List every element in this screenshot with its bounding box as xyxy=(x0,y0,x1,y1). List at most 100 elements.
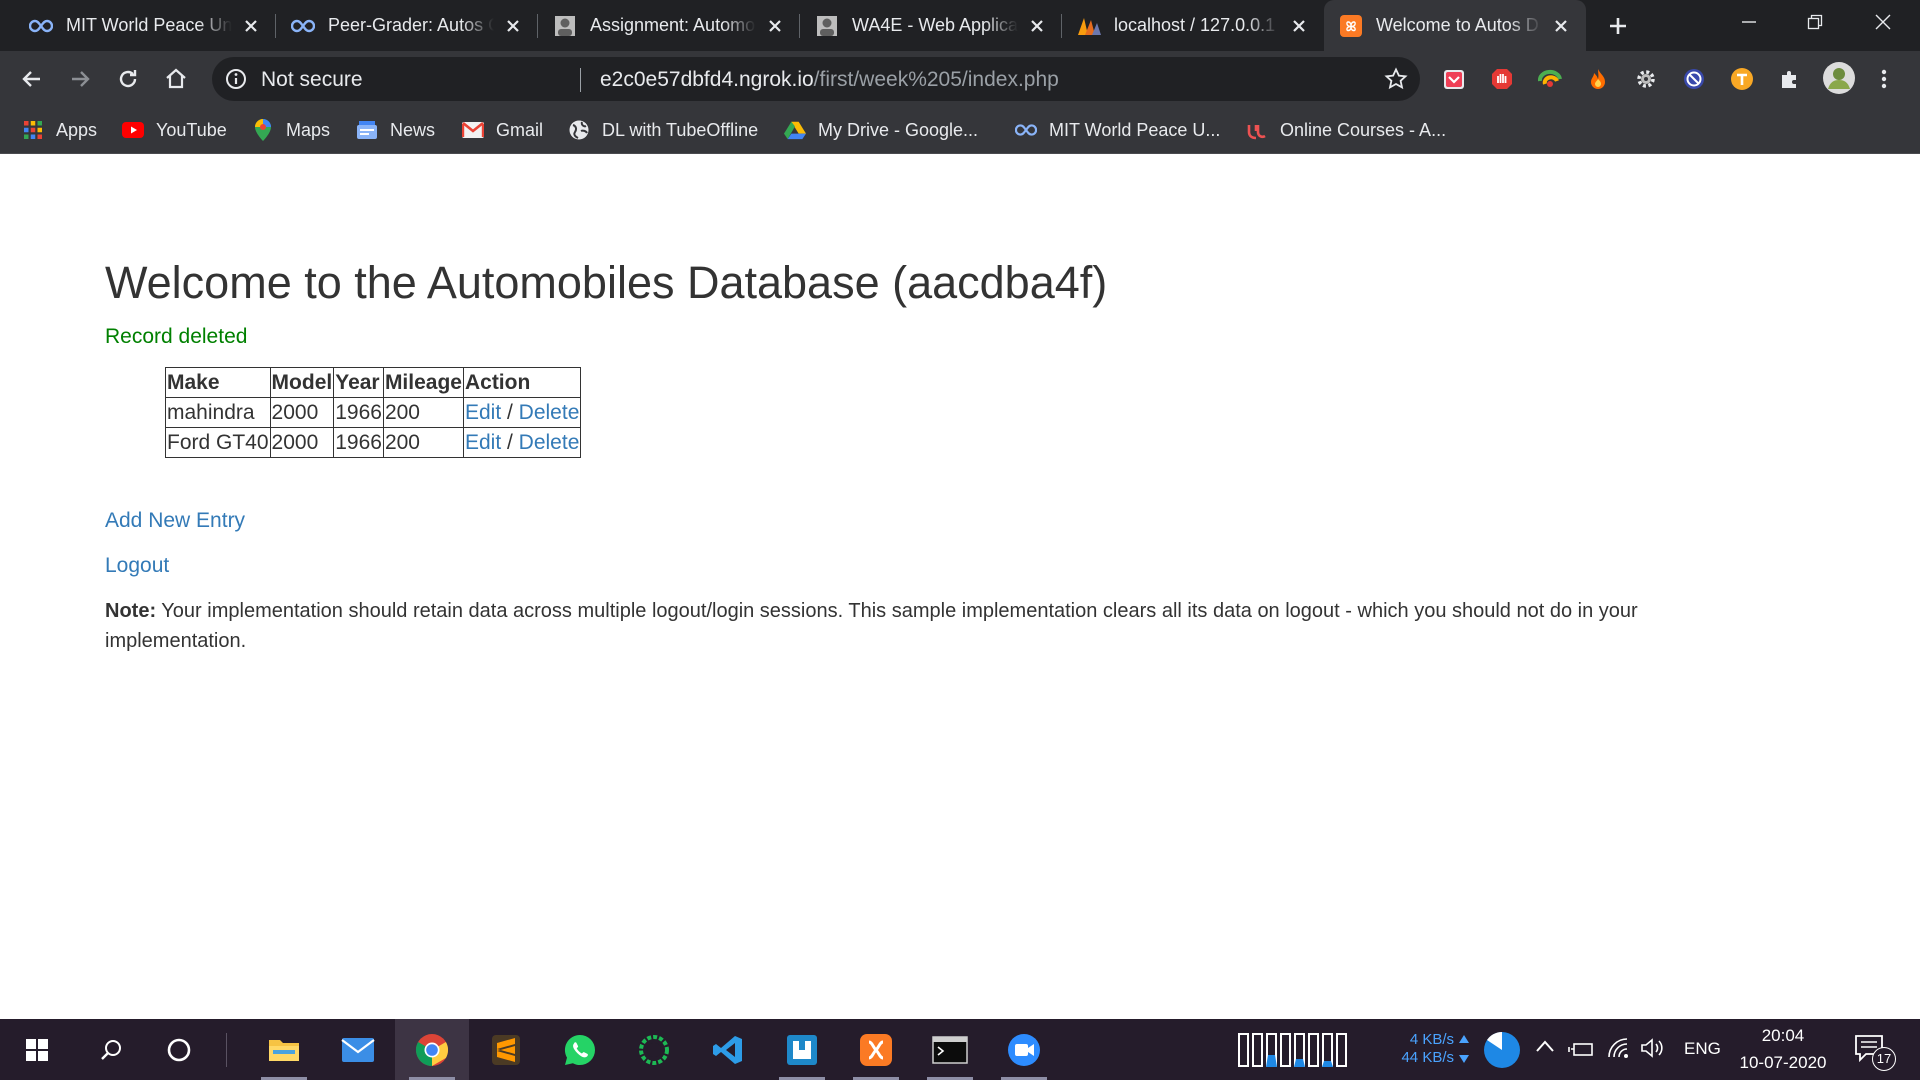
bookmark-youtube[interactable]: YouTube xyxy=(122,117,227,143)
usage-pie-icon xyxy=(1482,1030,1522,1075)
note-text: Your implementation should retain data a… xyxy=(105,600,1638,652)
wifi-icon[interactable] xyxy=(1606,1037,1632,1064)
close-icon[interactable] xyxy=(1550,15,1572,37)
search-button[interactable] xyxy=(74,1019,148,1080)
color-extension-icon[interactable] xyxy=(1536,65,1564,93)
terminal-button[interactable] xyxy=(913,1019,987,1080)
clock-time[interactable]: 20:04 xyxy=(1740,1026,1826,1046)
address-bar[interactable]: Not secure e2c0e57dbfd4.ngrok.io/first/w… xyxy=(212,57,1420,101)
cortana-button[interactable] xyxy=(142,1019,216,1080)
chrome-button[interactable] xyxy=(395,1019,469,1080)
app-box-button[interactable] xyxy=(765,1019,839,1080)
battery-icon[interactable] xyxy=(1568,1039,1594,1064)
close-icon[interactable] xyxy=(502,15,524,37)
file-explorer-button[interactable] xyxy=(247,1019,321,1080)
menu-kebab-icon[interactable] xyxy=(1870,65,1898,93)
star-icon[interactable] xyxy=(1384,67,1408,91)
close-icon[interactable] xyxy=(1026,15,1048,37)
forward-button[interactable] xyxy=(64,63,96,95)
mail-button[interactable] xyxy=(321,1019,395,1080)
adblock-extension-icon[interactable] xyxy=(1488,65,1516,93)
home-button[interactable] xyxy=(160,63,192,95)
bookmark-online-courses[interactable]: Online Courses - A... xyxy=(1246,117,1446,143)
new-tab-button[interactable] xyxy=(1604,12,1632,40)
note-label: Note: xyxy=(105,600,157,622)
clock-date[interactable]: 10-07-2020 xyxy=(1732,1053,1834,1073)
close-icon[interactable] xyxy=(1288,15,1310,37)
volume-icon[interactable] xyxy=(1640,1037,1666,1064)
add-new-entry-link[interactable]: Add New Entry xyxy=(105,509,245,533)
pocket-extension-icon[interactable] xyxy=(1440,65,1468,93)
block-extension-icon[interactable] xyxy=(1680,65,1708,93)
bookmark-my-drive[interactable]: My Drive - Google... xyxy=(784,117,978,143)
whatsapp-icon xyxy=(564,1034,595,1065)
cell-mileage: 200 xyxy=(382,397,464,428)
t-extension-icon[interactable] xyxy=(1728,65,1756,93)
infinity-icon xyxy=(1015,119,1037,141)
bookmark-maps[interactable]: Maps xyxy=(252,117,330,143)
table-header-row: Make Model Year Mileage Action xyxy=(165,367,582,398)
url-text[interactable]: e2c0e57dbfd4.ngrok.io/first/week%205/ind… xyxy=(600,68,1059,92)
bookmark-gmail[interactable]: Gmail xyxy=(462,117,543,143)
start-button[interactable] xyxy=(0,1019,74,1080)
minimize-button[interactable] xyxy=(1716,0,1782,44)
bookmark-apps[interactable]: Apps xyxy=(22,117,97,143)
reload-button[interactable] xyxy=(112,63,144,95)
edit-link[interactable]: Edit xyxy=(465,401,501,424)
gmail-icon xyxy=(462,119,484,141)
close-icon xyxy=(1875,14,1891,30)
chrome-icon xyxy=(415,1033,449,1066)
sync-app-button[interactable] xyxy=(617,1019,691,1080)
gear-icon[interactable] xyxy=(1632,65,1660,93)
security-status[interactable]: Not secure xyxy=(261,68,363,92)
logout-link[interactable]: Logout xyxy=(105,554,169,578)
close-icon[interactable] xyxy=(240,15,262,37)
close-window-button[interactable] xyxy=(1850,0,1916,44)
bookmark-label: My Drive - Google... xyxy=(818,119,979,140)
input-language[interactable]: ENG xyxy=(1684,1039,1721,1059)
bookmark-news[interactable]: News xyxy=(356,117,435,143)
apps-grid-icon xyxy=(22,119,44,141)
xampp-button[interactable] xyxy=(839,1019,913,1080)
tab-peer-grader[interactable]: Peer-Grader: Autos C xyxy=(276,0,538,51)
sublime-text-button[interactable] xyxy=(469,1019,543,1080)
tab-title: localhost / 127.0.0.1 xyxy=(1114,15,1276,35)
fire-extension-icon[interactable] xyxy=(1584,65,1612,93)
cell-year: 1966 xyxy=(333,427,384,458)
tab-assignment[interactable]: Assignment: Automo xyxy=(538,0,800,51)
bookmark-mit-world-peace[interactable]: MIT World Peace U... xyxy=(1015,117,1220,143)
cell-model: 2000 xyxy=(269,427,335,458)
tab-title: MIT World Peace Uni xyxy=(66,15,232,35)
page-content: Welcome to the Automobiles Database (aac… xyxy=(0,154,1920,1019)
tray-expand-icon[interactable] xyxy=(1535,1039,1555,1058)
taskbar-divider xyxy=(226,1033,227,1067)
zoom-button[interactable] xyxy=(987,1019,1061,1080)
vscode-button[interactable] xyxy=(691,1019,765,1080)
net-upload: 4 KB/s xyxy=(1409,1031,1454,1048)
close-icon[interactable] xyxy=(764,15,786,37)
tab-mit-world-peace[interactable]: MIT World Peace Uni xyxy=(14,0,276,51)
restore-button[interactable] xyxy=(1782,0,1848,44)
column-header-mileage: Mileage xyxy=(382,367,464,398)
bookmarks-bar: Apps YouTube Maps News Gmail DL with Tub… xyxy=(0,107,1920,154)
tab-welcome-autos[interactable]: ꕤ Welcome to Autos D xyxy=(1324,0,1586,51)
back-button[interactable] xyxy=(16,63,48,95)
delete-link[interactable]: Delete xyxy=(519,431,580,454)
puzzle-icon[interactable] xyxy=(1776,65,1804,93)
action-center-button[interactable]: 17 xyxy=(1854,1033,1904,1071)
windows-taskbar: 4 KB/s 44 KB/s ENG 20:04 10-07-2020 17 xyxy=(0,1019,1920,1080)
tab-localhost[interactable]: localhost / 127.0.0.1 xyxy=(1062,0,1324,51)
profile-avatar[interactable] xyxy=(1822,61,1856,95)
cell-mileage: 200 xyxy=(382,427,464,458)
info-icon[interactable] xyxy=(224,67,248,91)
edit-link[interactable]: Edit xyxy=(465,431,501,454)
tab-wa4e[interactable]: WA4E - Web Applica xyxy=(800,0,1062,51)
bookmark-tubeoffline[interactable]: DL with TubeOffline xyxy=(568,117,758,143)
avatar-icon xyxy=(814,15,840,37)
whatsapp-button[interactable] xyxy=(543,1019,617,1080)
home-icon xyxy=(166,68,186,89)
mail-icon xyxy=(341,1037,375,1062)
delete-link[interactable]: Delete xyxy=(519,401,580,424)
vscode-icon xyxy=(713,1035,742,1064)
ring-icon xyxy=(639,1034,669,1065)
